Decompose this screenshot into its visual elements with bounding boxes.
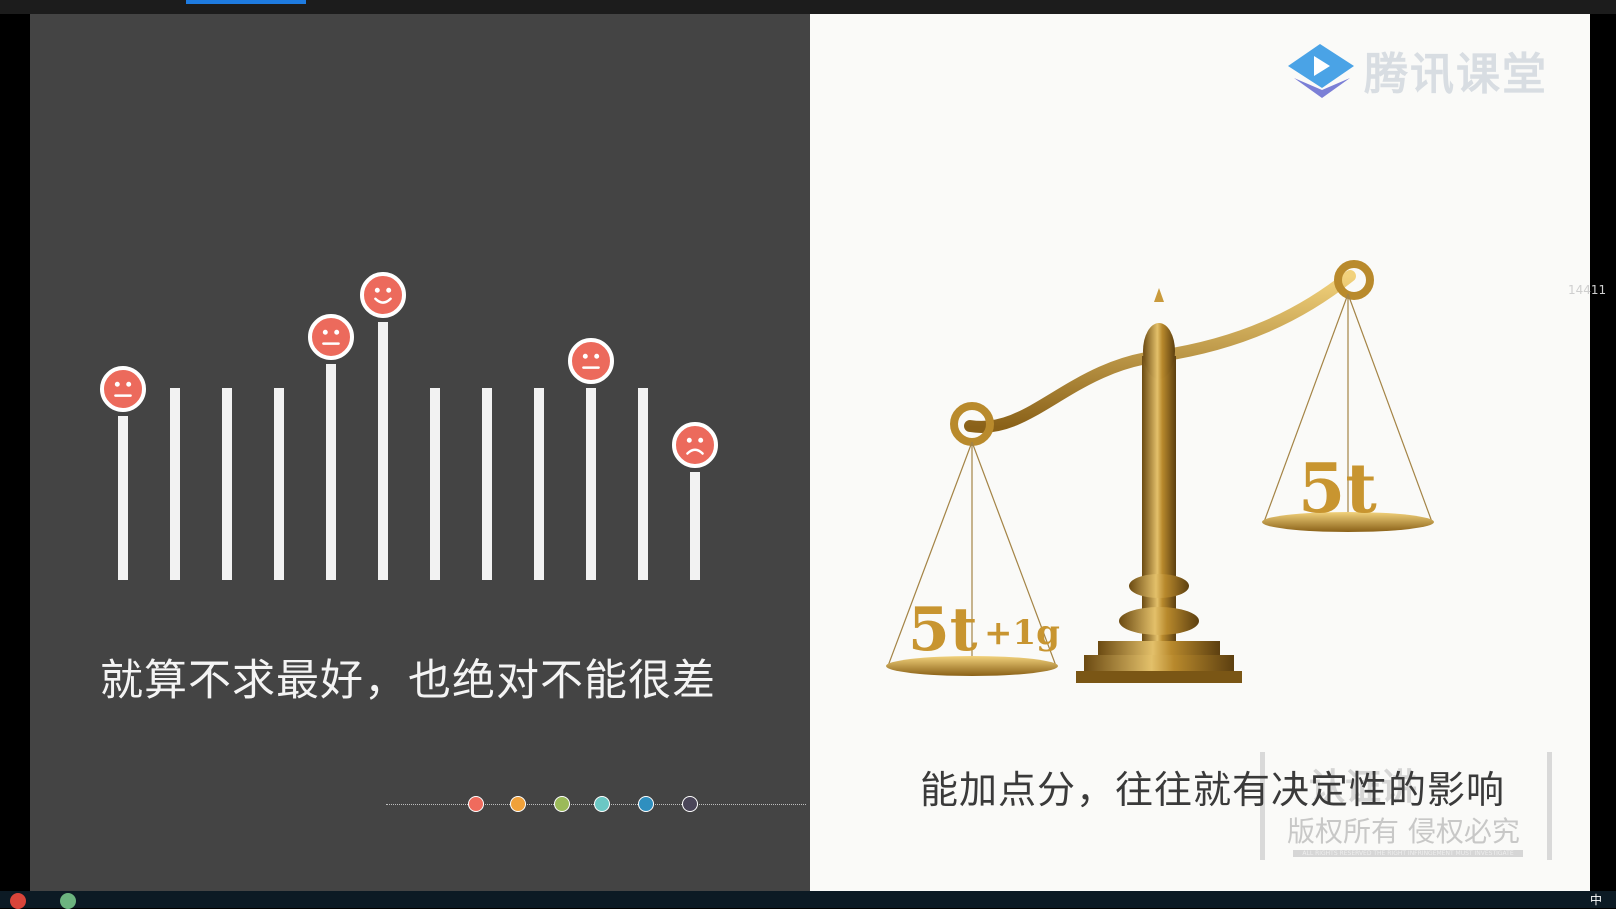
neutral-face-icon [308, 314, 354, 360]
left-pan-label: 5t [908, 595, 978, 665]
watermark-line3: ALL RIGHTS RESERVED THE RIGHT INFRINGEME… [1293, 850, 1523, 857]
vertical-bar [326, 364, 336, 580]
right-caption: 能加点分，往往就有决定性的影响 [920, 768, 1506, 812]
left-slide-panel: 就算不求最好，也绝对不能很差 [30, 14, 810, 891]
logo-text: 腾讯课堂 [1364, 49, 1548, 100]
tencent-classroom-logo-icon [1284, 38, 1358, 108]
sad-face-icon [672, 422, 718, 468]
vertical-bar [534, 388, 544, 580]
vertical-bar [222, 388, 232, 580]
vertical-bar [274, 388, 284, 580]
progress-dot[interactable] [468, 796, 484, 812]
vertical-bar [430, 388, 440, 580]
vertical-bar [118, 416, 128, 580]
right-slide-panel: 腾讯课堂 5t +1g 5t 认证讲 版权所有 侵权必究 ALL RIGHTS … [810, 14, 1590, 891]
vertical-bar [170, 388, 180, 580]
right-pan-label: 5t [1298, 449, 1377, 529]
vertical-bar [690, 472, 700, 580]
progress-dot[interactable] [554, 796, 570, 812]
vertical-bar [378, 322, 388, 580]
taskbar [0, 891, 1616, 908]
progress-dot[interactable] [638, 796, 654, 812]
active-tab-indicator[interactable] [186, 0, 306, 4]
vertical-bar [586, 388, 596, 580]
left-pan-extra: +1g [984, 613, 1060, 653]
taskbar-app-icon[interactable] [60, 893, 76, 909]
neutral-face-icon [568, 338, 614, 384]
top-tab-bar [0, 0, 1616, 14]
neutral-face-icon [100, 366, 146, 412]
taskbar-app-icon[interactable] [10, 893, 26, 909]
vertical-bar [482, 388, 492, 580]
progress-dot[interactable] [594, 796, 610, 812]
side-number: 14411 [1568, 283, 1607, 297]
progress-dot[interactable] [510, 796, 526, 812]
progress-dot[interactable] [682, 796, 698, 812]
input-language-indicator[interactable]: 中 [1590, 891, 1602, 908]
watermark-line2: 版权所有 侵权必究 [1287, 815, 1520, 848]
left-caption: 就算不求最好，也绝对不能很差 [100, 656, 716, 706]
vertical-bar [638, 388, 648, 580]
balance-scale-image: 5t +1g 5t [886, 260, 1434, 683]
happy-face-icon [360, 272, 406, 318]
